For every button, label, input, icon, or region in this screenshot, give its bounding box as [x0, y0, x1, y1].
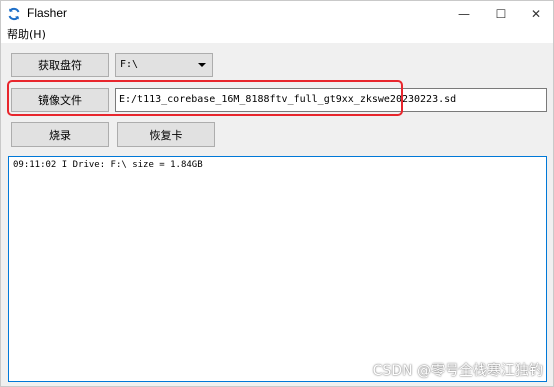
log-line: 09:11:02 I Drive: F:\ size = 1.84GB [13, 160, 203, 170]
get-drive-button[interactable]: 获取盘符 [11, 53, 109, 77]
burn-button[interactable]: 烧录 [11, 122, 109, 147]
drive-select-value: F:\ [120, 59, 139, 70]
title-bar: Flasher — ☐ ✕ [1, 1, 553, 27]
watermark: CSDN @零号全栈寒江独钓 [372, 363, 543, 379]
drive-select[interactable]: F:\ [115, 53, 213, 77]
close-button[interactable]: ✕ [518, 1, 554, 27]
log-output[interactable]: 09:11:02 I Drive: F:\ size = 1.84GB [8, 156, 547, 382]
minimize-button[interactable]: — [446, 1, 482, 27]
maximize-button[interactable]: ☐ [483, 1, 519, 27]
menu-bar: 帮助(H) [1, 27, 553, 43]
menu-help[interactable]: 帮助(H) [7, 27, 46, 43]
window-title: Flasher [27, 6, 68, 20]
restore-card-button[interactable]: 恢复卡 [117, 122, 215, 147]
flasher-window: Flasher — ☐ ✕ 帮助(H) 获取盘符 F:\ 镜像文件 E:/t11… [0, 0, 554, 387]
refresh-arrows-icon [8, 7, 20, 21]
annotation-highlight [7, 80, 403, 116]
chevron-down-icon [198, 63, 206, 67]
